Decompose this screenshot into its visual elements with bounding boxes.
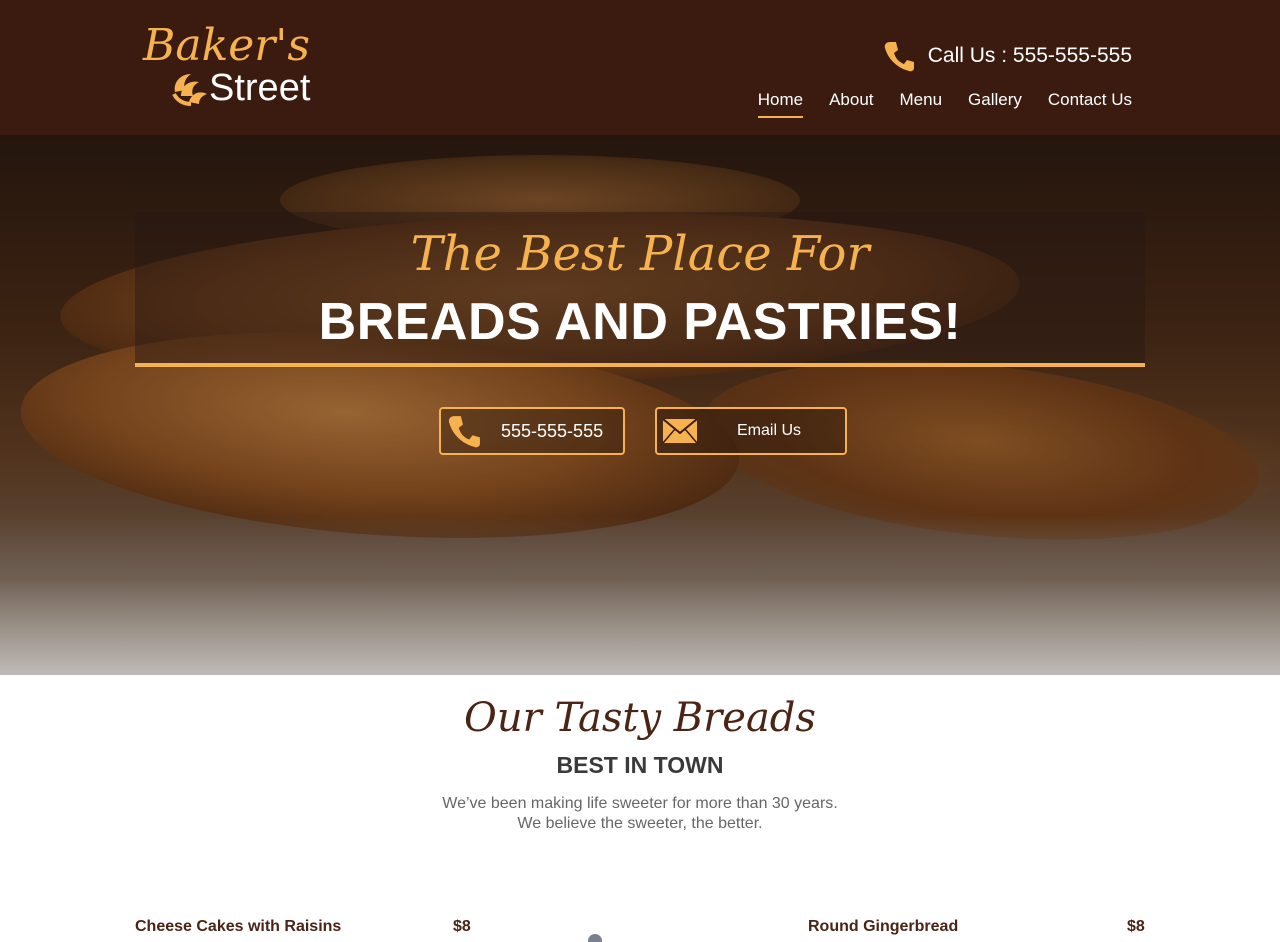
site-header: Baker's Street Call Us : 555-555-555 Hom… <box>0 0 1280 135</box>
logo[interactable]: Baker's Street <box>143 20 313 110</box>
section-description-line: We’ve been making life sweeter for more … <box>442 795 838 812</box>
envelope-icon <box>657 409 703 453</box>
hero-script-text: The Best Place For <box>410 226 870 282</box>
logo-script-text: Baker's <box>143 20 310 71</box>
menu-item-name: Round Gingerbread <box>808 918 959 935</box>
nav-item-gallery[interactable]: Gallery <box>968 90 1022 118</box>
hero-section: The Best Place For BREADS AND PASTRIES! … <box>0 135 1280 675</box>
nav-item-menu[interactable]: Menu <box>900 90 943 118</box>
product-image <box>588 934 602 942</box>
phone-button-label: 555-555-555 <box>501 420 604 441</box>
hero-title: BREADS AND PASTRIES! <box>318 293 962 351</box>
croissant-icon <box>172 74 207 106</box>
email-button-label: Email Us <box>737 422 802 439</box>
nav-item-contact-us[interactable]: Contact Us <box>1048 90 1132 118</box>
phone-icon <box>441 409 487 453</box>
call-us[interactable]: Call Us : 555-555-555 <box>884 38 1132 74</box>
section-subtitle: BEST IN TOWN <box>556 752 724 778</box>
main-nav: Home About Menu Gallery Contact Us <box>757 90 1132 118</box>
email-button[interactable]: Email Us <box>655 407 847 455</box>
menu-item-price: $8 <box>453 918 471 935</box>
hero-headline-box: The Best Place For BREADS AND PASTRIES! <box>135 212 1145 367</box>
phone-button[interactable]: 555-555-555 <box>439 407 625 455</box>
menu-item-name: Cheese Cakes with Raisins <box>135 918 342 935</box>
section-description: We’ve been making life sweeter for more … <box>0 794 1280 834</box>
logo-main-text: Street <box>209 67 311 109</box>
section-script-title: Our Tasty Breads <box>464 695 816 741</box>
nav-item-about[interactable]: About <box>829 90 873 118</box>
menu-item-price: $8 <box>1127 918 1145 935</box>
call-us-text: Call Us : 555-555-555 <box>927 44 1132 67</box>
nav-item-home[interactable]: Home <box>757 90 804 118</box>
section-description-line: We believe the sweeter, the better. <box>517 815 763 832</box>
phone-icon <box>884 42 914 72</box>
